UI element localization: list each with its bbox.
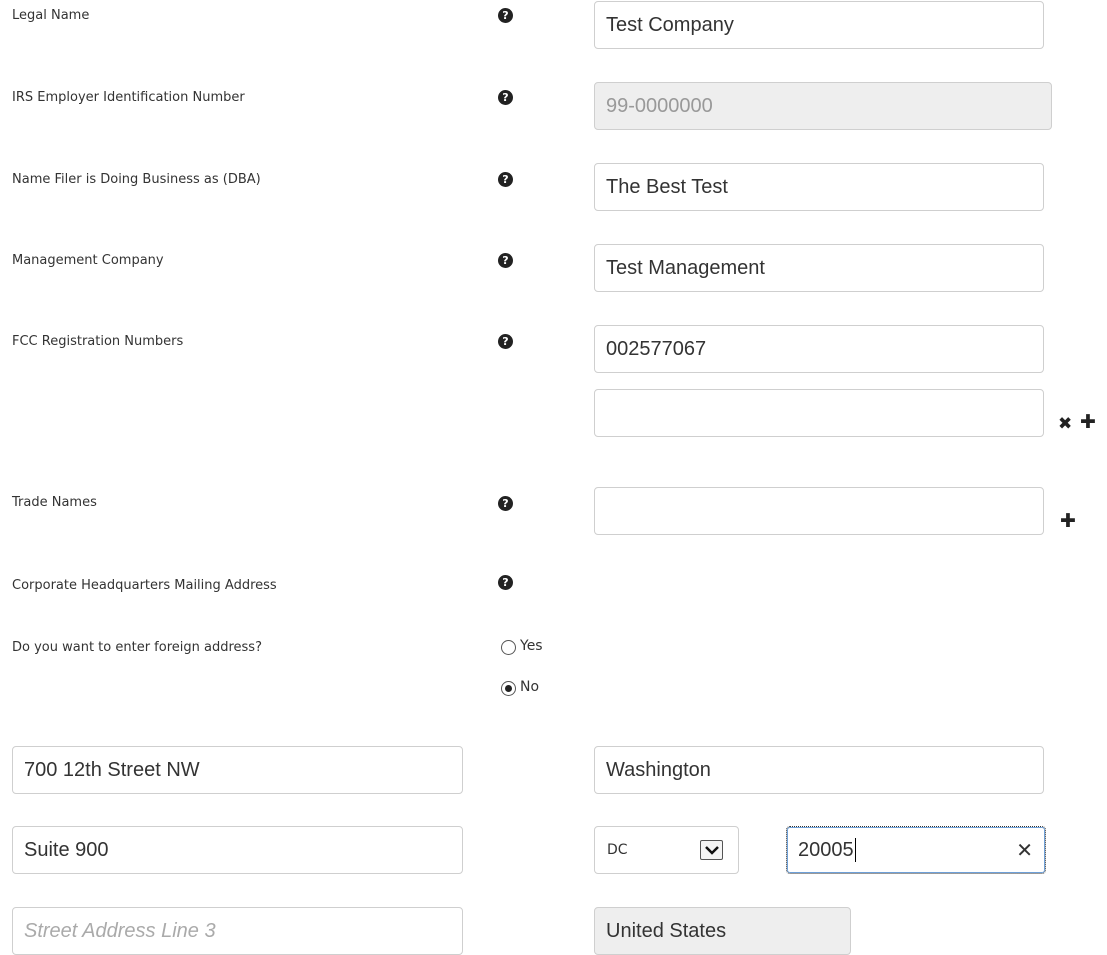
- help-icon[interactable]: ?: [498, 253, 513, 268]
- legal-name-label: Legal Name: [12, 8, 90, 23]
- fcc-registration-input-1[interactable]: 002577067: [594, 325, 1044, 373]
- street-line-3-input[interactable]: Street Address Line 3: [12, 907, 463, 955]
- country-field: United States: [594, 907, 851, 955]
- trade-names-label: Trade Names: [12, 495, 97, 510]
- help-icon[interactable]: ?: [498, 496, 513, 511]
- foreign-address-yes-radio[interactable]: [501, 640, 516, 655]
- chevron-down-icon[interactable]: [700, 840, 723, 860]
- city-input[interactable]: Washington: [594, 746, 1044, 794]
- street-line-2-input[interactable]: Suite 900: [12, 826, 463, 874]
- clear-icon[interactable]: ✕: [1016, 838, 1033, 862]
- irs-ein-input: 99-0000000: [594, 82, 1052, 130]
- foreign-address-no-radio[interactable]: [501, 681, 516, 696]
- zip-value: 20005: [798, 838, 854, 861]
- dba-input[interactable]: The Best Test: [594, 163, 1044, 211]
- zip-input[interactable]: 20005 ✕: [786, 826, 1046, 874]
- state-select-value: DC: [607, 842, 628, 858]
- foreign-address-label: Do you want to enter foreign address?: [12, 640, 262, 655]
- remove-icon[interactable]: ✖: [1058, 416, 1072, 433]
- fcc-registration-label: FCC Registration Numbers: [12, 334, 184, 349]
- legal-name-input[interactable]: Test Company: [594, 1, 1044, 49]
- help-icon[interactable]: ?: [498, 8, 513, 23]
- state-select[interactable]: DC: [594, 826, 739, 874]
- help-icon[interactable]: ?: [498, 90, 513, 105]
- irs-ein-label: IRS Employer Identification Number: [12, 90, 245, 105]
- add-icon[interactable]: ✚: [1060, 512, 1076, 531]
- dba-label: Name Filer is Doing Business as (DBA): [12, 172, 261, 187]
- add-icon[interactable]: ✚: [1080, 413, 1096, 432]
- trade-name-input[interactable]: [594, 487, 1044, 535]
- help-icon[interactable]: ?: [498, 575, 513, 590]
- fcc-registration-input-2[interactable]: [594, 389, 1044, 437]
- help-icon[interactable]: ?: [498, 334, 513, 349]
- hq-mailing-address-label: Corporate Headquarters Mailing Address: [12, 578, 277, 593]
- street-line-1-input[interactable]: 700 12th Street NW: [12, 746, 463, 794]
- management-company-label: Management Company: [12, 253, 164, 268]
- management-company-input[interactable]: Test Management: [594, 244, 1044, 292]
- foreign-address-yes-label: Yes: [520, 638, 543, 654]
- help-icon[interactable]: ?: [498, 172, 513, 187]
- foreign-address-no-label: No: [520, 679, 540, 695]
- text-caret: [854, 838, 856, 862]
